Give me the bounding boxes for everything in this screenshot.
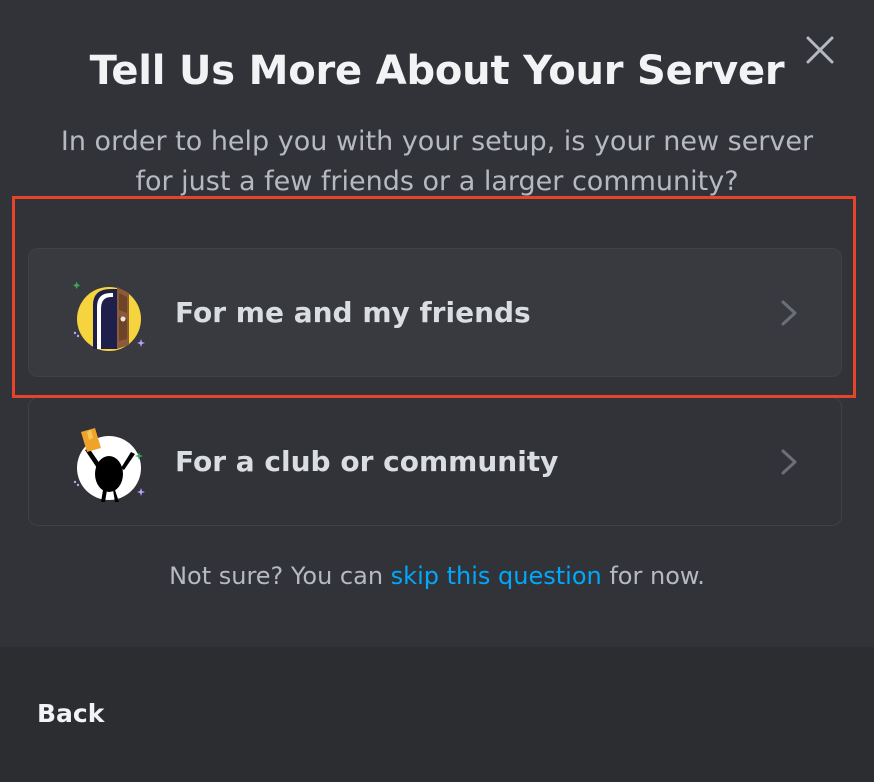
back-button[interactable]: Back (37, 699, 104, 728)
option-friends-label: For me and my friends (175, 296, 531, 329)
skip-question-text: Not sure? You can skip this question for… (0, 562, 874, 590)
modal-title: Tell Us More About Your Server (89, 48, 785, 94)
friends-door-illustration-icon (73, 281, 145, 351)
chevron-right-icon (781, 300, 797, 326)
option-community-label: For a club or community (175, 445, 559, 478)
modal-subtitle: In order to help you with your setup, is… (60, 126, 814, 197)
create-server-modal: Tell Us More About Your Server In order … (0, 0, 874, 782)
option-friends[interactable]: For me and my friends (28, 248, 842, 377)
skip-question-link[interactable]: skip this question (391, 562, 602, 590)
chevron-right-icon (781, 449, 797, 475)
skip-prefix: Not sure? You can (169, 562, 391, 590)
modal-footer: Back (0, 647, 874, 782)
community-cheer-illustration-icon (73, 428, 145, 502)
option-community[interactable]: For a club or community (28, 397, 842, 526)
skip-suffix: for now. (601, 562, 705, 590)
